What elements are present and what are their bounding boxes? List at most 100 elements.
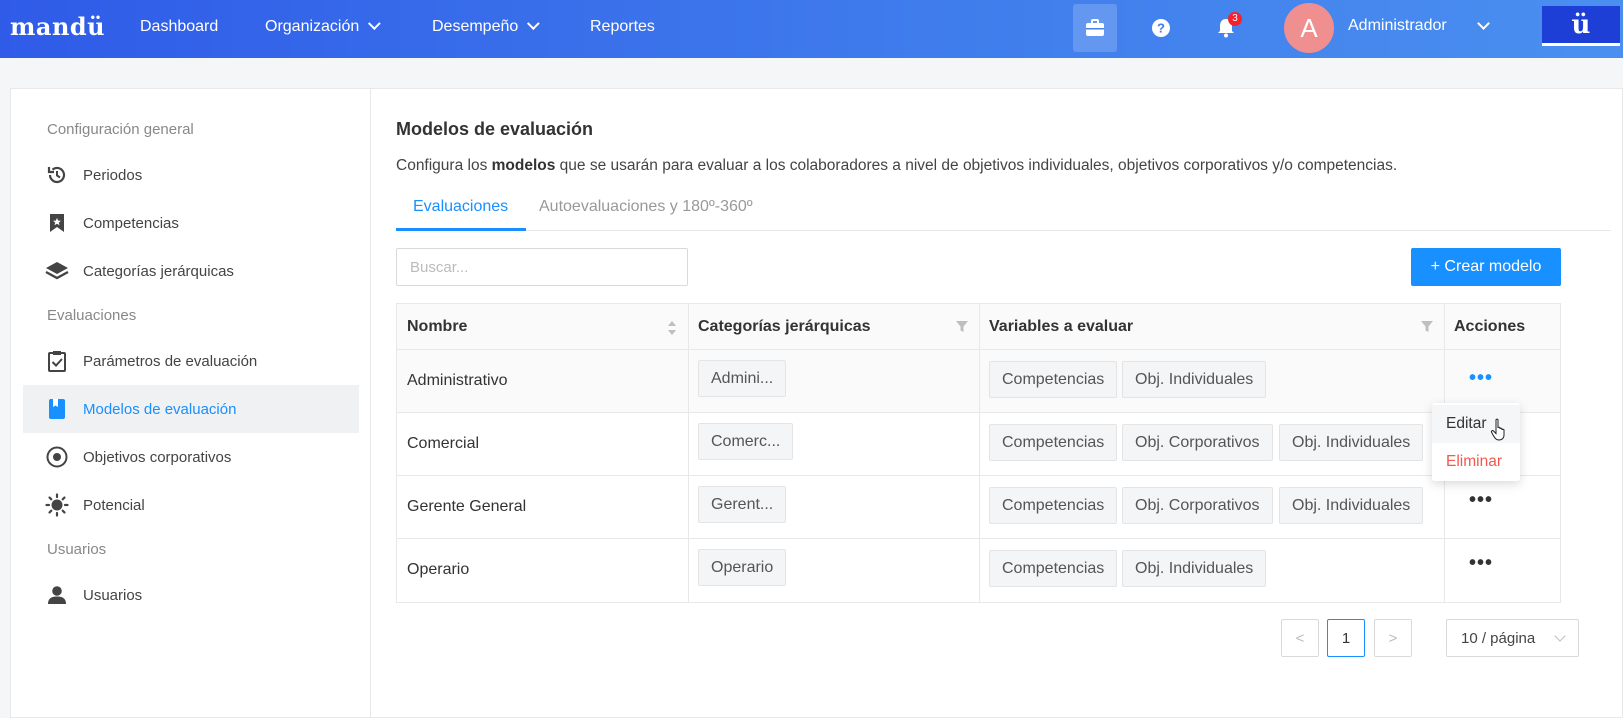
filter-icon[interactable] [955,320,969,334]
chevron-down-icon [368,17,381,31]
variable-tag: Obj. Individuales [1122,361,1267,398]
desc-text: Configura los [396,157,492,174]
column-header-variables: Variables a evaluar [989,318,1134,335]
nav-dashboard[interactable]: Dashboard [140,18,218,36]
sidebar-item-label: Modelos de evaluación [83,400,237,418]
sidebar-item-competencias[interactable]: Competencias [23,199,359,247]
column-header-categorias: Categorías jerárquicas [698,318,871,335]
pagination-prev[interactable]: < [1281,619,1319,657]
page-size-select[interactable]: 10 / página [1446,619,1579,657]
filter-icon[interactable] [1420,320,1434,334]
variable-tag: Obj. Individuales [1122,550,1267,587]
history-icon [45,163,69,187]
variable-tag: Competencias [989,550,1118,587]
row-actions-button[interactable]: ••• [1469,553,1493,573]
sidebar-item-parametros[interactable]: Parámetros de evaluación [23,337,359,385]
variable-tag: Obj. Individuales [1279,487,1424,524]
tab-active-indicator [396,228,526,231]
chevron-down-icon[interactable] [1477,17,1490,30]
table-row: Comercial Comerc... Competencias Obj. Co… [397,413,1560,476]
variable-tag: Competencias [989,424,1118,461]
user-menu[interactable]: Administrador [1348,17,1447,35]
sidebar-group-evaluaciones: Evaluaciones [47,307,137,324]
create-model-button[interactable]: + Crear modelo [1411,248,1561,286]
sidebar-item-label: Usuarios [83,586,143,604]
top-navbar: mandü Dashboard Organización Desempeño R… [0,0,1623,58]
pagination-page-1[interactable]: 1 [1327,619,1365,657]
sidebar-item-label: Objetivos corporativos [83,448,232,466]
model-name: Administrativo [407,372,508,389]
table-header: Nombre Categorías jerárquicas Variables … [397,304,1560,350]
sidebar-item-label: Competencias [83,214,179,232]
tab-evaluaciones[interactable]: Evaluaciones [413,198,508,216]
category-tag: Operario [698,549,787,586]
category-tag: Admini... [698,360,787,397]
content-card: Configuración general Periodos Competenc… [10,88,1623,718]
main-content: Modelos de evaluación Configura los mode… [396,89,1611,718]
pagination-next[interactable]: > [1374,619,1412,657]
menu-delete[interactable]: Eliminar [1432,443,1520,481]
target-icon [45,445,69,469]
help-button[interactable]: ? [1139,4,1183,52]
briefcase-button[interactable] [1073,4,1117,52]
table-row: Operario Operario Competencias Obj. Indi… [397,539,1560,602]
sidebar-item-periodos[interactable]: Periodos [23,151,359,199]
sidebar-item-label: Parámetros de evaluación [83,352,258,370]
app-switcher-logo[interactable]: ü [1542,6,1620,46]
nav-organizacion-label: Organización [265,18,360,35]
svg-text:?: ? [1157,21,1165,36]
variable-tag: Competencias [989,361,1118,398]
variable-tag: Obj. Corporativos [1122,424,1273,461]
sidebar-item-potencial[interactable]: Potencial [23,481,359,529]
page-description: Configura los modelos que se usarán para… [396,157,1397,175]
column-header-acciones: Acciones [1454,318,1526,335]
notifications-button[interactable]: 3 [1204,4,1248,52]
desc-bold: modelos [491,157,556,174]
table-row: Gerente General Gerent... Competencias O… [397,476,1560,539]
bookmark-icon [45,211,69,235]
sidebar-group-usuarios: Usuarios [47,541,107,558]
nav-organizacion[interactable]: Organización [265,17,381,36]
category-tag: Gerent... [698,486,787,523]
sidebar-item-objetivos[interactable]: Objetivos corporativos [23,433,359,481]
tab-autoevaluaciones[interactable]: Autoevaluaciones y 180º-360º [539,198,753,216]
sidebar-item-label: Periodos [83,166,143,184]
notification-badge: 3 [1228,12,1242,26]
search-input[interactable] [396,248,688,286]
sidebar-item-label: Potencial [83,496,145,514]
tabs: Evaluaciones Autoevaluaciones y 180º-360… [396,189,1611,231]
model-name: Comercial [407,435,480,452]
category-tag: Comerc... [698,423,794,460]
briefcase-icon [1086,19,1104,36]
book-icon [45,397,69,421]
nav-reportes[interactable]: Reportes [590,18,655,36]
variable-tag: Obj. Individuales [1279,424,1424,461]
page-size-value: 10 / página [1461,629,1536,647]
row-actions-button[interactable]: ••• [1469,368,1493,388]
help-icon: ? [1152,19,1170,37]
nav-dashboard-label: Dashboard [140,18,219,35]
column-header-nombre[interactable]: Nombre [407,304,467,350]
variable-tag: Competencias [989,487,1118,524]
clipboard-check-icon [45,349,69,373]
page-title: Modelos de evaluación [396,119,594,139]
settings-sidebar: Configuración general Periodos Competenc… [11,89,371,718]
sidebar-item-modelos[interactable]: Modelos de evaluación [23,385,359,433]
sidebar-group-config: Configuración general [47,121,194,138]
nav-reportes-label: Reportes [590,18,655,35]
avatar[interactable]: A [1284,3,1334,53]
table-row: Administrativo Admini... Competencias Ob… [397,350,1560,413]
models-table: Nombre Categorías jerárquicas Variables … [396,303,1561,603]
desc-text: que se usarán para evaluar a los colabor… [555,157,1398,174]
brand-logo[interactable]: mandü [10,12,105,41]
user-icon [45,583,69,607]
row-actions-button[interactable]: ••• [1469,490,1493,510]
sidebar-item-usuarios[interactable]: Usuarios [23,571,359,619]
model-name: Gerente General [407,498,527,515]
layers-icon [45,259,69,283]
sort-icon[interactable] [667,320,677,336]
nav-desempeno[interactable]: Desempeño [432,17,540,36]
model-name: Operario [407,561,470,578]
sidebar-item-categorias[interactable]: Categorías jerárquicas [23,247,359,295]
variable-tag: Obj. Corporativos [1122,487,1273,524]
